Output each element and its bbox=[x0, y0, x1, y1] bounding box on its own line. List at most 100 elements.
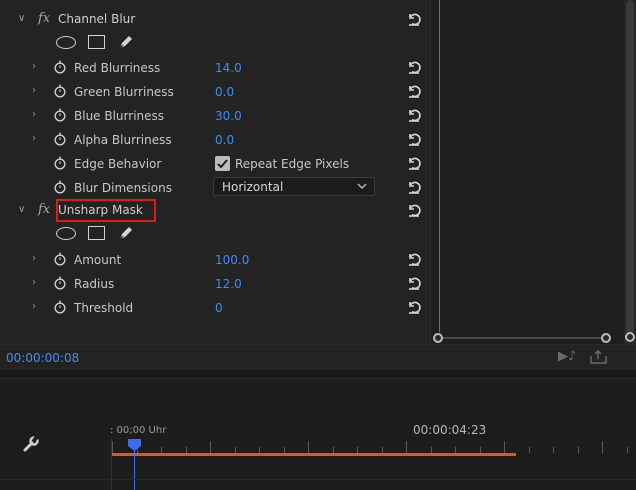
property-value[interactable]: 0.0 bbox=[215, 85, 234, 99]
current-timecode[interactable]: 00:00:00:08 bbox=[6, 351, 79, 365]
property-row-green-blurriness[interactable]: › Green Blurriness 0.0 bbox=[10, 80, 430, 104]
reset-icon[interactable] bbox=[406, 83, 422, 99]
pen-mask-icon[interactable] bbox=[117, 33, 135, 51]
time-ruler[interactable] bbox=[112, 439, 636, 453]
property-value[interactable]: 30.0 bbox=[215, 109, 242, 123]
dropdown-value: Horizontal bbox=[222, 180, 284, 194]
property-value[interactable]: 0.0 bbox=[215, 133, 234, 147]
rectangle-mask-icon[interactable] bbox=[88, 35, 105, 49]
reset-icon[interactable] bbox=[406, 275, 422, 291]
ruler-tick bbox=[577, 447, 579, 453]
fx-icon[interactable]: fx bbox=[38, 11, 50, 26]
expand-chevron-icon[interactable]: › bbox=[32, 277, 36, 288]
timeline-playhead-handle[interactable] bbox=[128, 439, 141, 451]
property-row-edge-behavior[interactable]: Edge Behavior Repeat Edge Pixels bbox=[10, 152, 430, 176]
property-label: Blur Dimensions bbox=[74, 181, 172, 195]
collapse-chevron-icon[interactable]: ∨ bbox=[18, 204, 25, 215]
rectangle-mask-icon[interactable] bbox=[88, 226, 105, 240]
expand-chevron-icon[interactable]: › bbox=[32, 61, 36, 72]
reset-icon[interactable] bbox=[406, 107, 422, 123]
export-icon[interactable] bbox=[590, 350, 608, 364]
keyframe-zoom-scrollbar[interactable] bbox=[433, 332, 611, 344]
stopwatch-icon[interactable] bbox=[54, 132, 66, 146]
expand-chevron-icon[interactable]: › bbox=[32, 133, 36, 144]
timeline-panel: : 00;00 Uhr 00:00:04:23 bbox=[0, 378, 636, 490]
stopwatch-icon[interactable] bbox=[54, 108, 66, 122]
property-label: Red Blurriness bbox=[74, 61, 161, 75]
property-value[interactable]: 100.0 bbox=[215, 253, 249, 267]
timeline-start-timecode: : 00;00 Uhr bbox=[110, 425, 167, 436]
work-area-bar[interactable] bbox=[112, 453, 516, 456]
reset-icon[interactable] bbox=[406, 299, 422, 315]
stopwatch-icon[interactable] bbox=[54, 300, 66, 314]
zoom-scrollbar-start-handle[interactable] bbox=[433, 333, 443, 343]
reset-icon[interactable] bbox=[406, 251, 422, 267]
expand-chevron-icon[interactable]: › bbox=[32, 301, 36, 312]
keyframe-playhead[interactable] bbox=[439, 0, 440, 332]
effect-name: Channel Blur bbox=[58, 12, 136, 26]
reset-icon[interactable] bbox=[406, 155, 422, 171]
keyframe-area[interactable] bbox=[430, 0, 624, 344]
property-row-amount[interactable]: › Amount 100.0 bbox=[10, 248, 430, 272]
app-root: ∨ fx Channel Blur › Red Blurriness 14.0 … bbox=[0, 0, 636, 490]
effect-controls-footer: 00:00:00:08 ▶♪ bbox=[0, 344, 636, 370]
zoom-scrollbar-end-handle[interactable] bbox=[601, 333, 611, 343]
effect-controls-panel: ∨ fx Channel Blur › Red Blurriness 14.0 … bbox=[0, 0, 636, 370]
blur-dimensions-dropdown[interactable]: Horizontal bbox=[213, 177, 375, 196]
mask-tools-unsharp-mask bbox=[10, 222, 430, 246]
mask-tools-channel-blur bbox=[10, 31, 430, 55]
ruler-tick bbox=[210, 441, 211, 453]
effect-header-channel-blur[interactable]: ∨ fx Channel Blur bbox=[10, 8, 430, 32]
expand-chevron-icon[interactable]: › bbox=[32, 253, 36, 264]
effect-header-unsharp-mask[interactable]: ∨ fx Unsharp Mask bbox=[10, 199, 430, 223]
stopwatch-icon[interactable] bbox=[54, 60, 66, 74]
property-value[interactable]: 0 bbox=[215, 301, 223, 315]
property-value[interactable]: 12.0 bbox=[215, 277, 242, 291]
ruler-tick bbox=[112, 441, 113, 453]
stopwatch-icon[interactable] bbox=[54, 84, 66, 98]
property-label: Alpha Blurriness bbox=[74, 133, 172, 147]
checkmark-icon bbox=[217, 159, 228, 169]
repeat-edge-pixels-checkbox[interactable] bbox=[215, 156, 230, 171]
vertical-scrollbar[interactable] bbox=[624, 0, 636, 344]
property-row-radius[interactable]: › Radius 12.0 bbox=[10, 272, 430, 296]
ellipse-mask-icon[interactable] bbox=[56, 227, 76, 240]
ruler-tick bbox=[553, 447, 554, 453]
collapse-chevron-icon[interactable]: ∨ bbox=[18, 13, 25, 24]
chevron-down-icon bbox=[357, 183, 367, 189]
reset-icon[interactable] bbox=[406, 179, 422, 195]
pen-mask-icon[interactable] bbox=[117, 224, 135, 242]
vertical-scrollbar-handle[interactable] bbox=[625, 332, 635, 342]
stopwatch-icon[interactable] bbox=[54, 252, 66, 266]
stopwatch-icon[interactable] bbox=[54, 180, 66, 194]
reset-icon[interactable] bbox=[406, 131, 422, 147]
property-label: Green Blurriness bbox=[74, 85, 174, 99]
ruler-tick bbox=[626, 447, 628, 453]
expand-chevron-icon[interactable]: › bbox=[32, 109, 36, 120]
wrench-icon[interactable] bbox=[22, 435, 40, 453]
property-row-threshold[interactable]: › Threshold 0 bbox=[10, 296, 430, 320]
property-row-blur-dimensions[interactable]: Blur Dimensions Horizontal bbox=[10, 176, 430, 200]
timeline-playhead-line[interactable] bbox=[134, 445, 135, 490]
reset-icon[interactable] bbox=[406, 59, 422, 75]
property-label: Edge Behavior bbox=[74, 157, 162, 171]
property-label: Blue Blurriness bbox=[74, 109, 165, 123]
property-label: Threshold bbox=[74, 301, 134, 315]
stopwatch-icon[interactable] bbox=[54, 276, 66, 290]
property-row-red-blurriness[interactable]: › Red Blurriness 14.0 bbox=[10, 56, 430, 80]
play-audio-icon[interactable]: ▶♪ bbox=[558, 349, 576, 364]
expand-chevron-icon[interactable]: › bbox=[32, 85, 36, 96]
ellipse-mask-icon[interactable] bbox=[56, 36, 76, 49]
reset-icon[interactable] bbox=[406, 11, 422, 27]
vertical-scrollbar-thumb[interactable] bbox=[626, 0, 634, 334]
stopwatch-icon[interactable] bbox=[54, 156, 66, 170]
fx-icon[interactable]: fx bbox=[38, 202, 50, 217]
checkbox-label: Repeat Edge Pixels bbox=[235, 157, 350, 171]
highlight-box bbox=[56, 199, 156, 222]
property-value[interactable]: 14.0 bbox=[215, 61, 242, 75]
property-row-blue-blurriness[interactable]: › Blue Blurriness 30.0 bbox=[10, 104, 430, 128]
property-row-alpha-blurriness[interactable]: › Alpha Blurriness 0.0 bbox=[10, 128, 430, 152]
reset-icon[interactable] bbox=[406, 202, 422, 218]
ruler-tick bbox=[602, 441, 603, 453]
property-label: Amount bbox=[74, 253, 122, 267]
